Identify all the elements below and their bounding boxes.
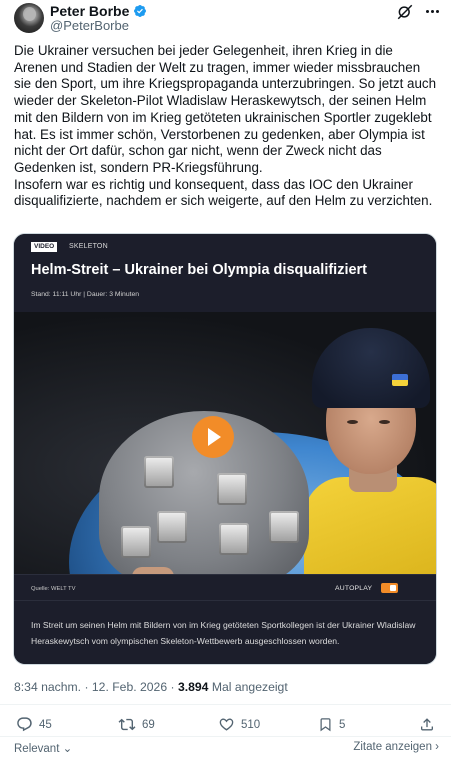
like-count: 510 xyxy=(241,718,261,731)
bookmark-icon xyxy=(320,718,331,732)
more-options-icon[interactable] xyxy=(423,1,441,21)
repost-count: 69 xyxy=(142,718,155,731)
video-controls-bar: Quelle: WELT TV AUTOPLAY xyxy=(14,574,436,600)
helmet-photo xyxy=(217,473,247,505)
bookmark-count: 5 xyxy=(339,718,346,731)
quotes-label: Zitate anzeigen xyxy=(353,741,432,753)
bookmark-button[interactable]: 5 xyxy=(318,716,345,733)
reply-count: 45 xyxy=(39,718,52,731)
video-badge: VIDEO xyxy=(31,242,58,252)
hand xyxy=(132,567,174,574)
view-quotes-link[interactable]: Zitate anzeigen › xyxy=(353,741,439,753)
play-icon xyxy=(208,428,221,446)
tweet-paragraph-2: Insofern war es richtig und konsequent, … xyxy=(14,176,433,209)
share-button[interactable] xyxy=(419,716,435,733)
divider xyxy=(0,704,451,705)
flag-patch xyxy=(392,374,408,386)
grok-icon[interactable] xyxy=(396,3,414,21)
reply-button[interactable]: 45 xyxy=(16,716,52,733)
card-caption-text: Im Streit um seinen Helm mit Bildern von… xyxy=(31,620,416,646)
sort-dropdown[interactable]: Relevant ⌄ xyxy=(14,741,72,755)
tweet-text: Die Ukrainer versuchen bei jeder Gelegen… xyxy=(14,43,439,210)
replies-sort-row: Relevant ⌄ Zitate anzeigen › xyxy=(14,740,439,756)
reply-icon xyxy=(17,717,32,732)
repost-icon xyxy=(118,718,136,731)
video-player[interactable] xyxy=(14,312,436,574)
avatar[interactable] xyxy=(14,3,44,33)
author-handle[interactable]: @PeterBorbe xyxy=(50,18,129,33)
view-count-label: Mal angezeigt xyxy=(208,680,288,694)
chevron-right-icon: › xyxy=(431,741,439,753)
share-icon xyxy=(421,718,433,731)
author-display-name[interactable]: Peter Borbe xyxy=(50,3,129,19)
verified-badge-icon xyxy=(134,5,147,17)
tweet-paragraph-1: Die Ukrainer versuchen bei jeder Gelegen… xyxy=(14,43,437,175)
autoplay-toggle[interactable] xyxy=(381,583,398,593)
divider xyxy=(0,736,451,737)
autoplay-label: AUTOPLAY xyxy=(335,585,373,592)
heart-icon xyxy=(219,718,234,731)
sort-label: Relevant xyxy=(14,743,60,755)
tweet-date[interactable]: 8:34 nachm. · 12. Feb. 2026 · xyxy=(14,680,178,694)
helmet-photo xyxy=(121,526,151,558)
author-name-row: Peter Borbe xyxy=(50,3,147,19)
chevron-down-icon: ⌄ xyxy=(59,743,73,755)
play-button[interactable] xyxy=(192,416,234,458)
helmet-photo xyxy=(219,523,249,555)
card-meta: Stand: 11:11 Uhr | Dauer: 3 Minuten xyxy=(31,291,140,298)
card-kicker: SKELETON xyxy=(69,243,108,250)
tweet-header: Peter Borbe @PeterBorbe xyxy=(14,0,439,40)
card-headline[interactable]: Helm-Streit – Ukrainer bei Olympia disqu… xyxy=(31,261,367,279)
athlete-eye xyxy=(347,420,358,424)
video-link-card[interactable]: VIDEO SKELETON Helm-Streit – Ukrainer be… xyxy=(13,233,437,665)
view-count: 3.894 xyxy=(177,680,209,694)
like-button[interactable]: 510 xyxy=(218,716,260,733)
athlete-eye xyxy=(379,420,390,424)
card-caption: Im Streit um seinen Helm mit Bildern von… xyxy=(14,600,436,664)
helmet-photo xyxy=(144,456,174,488)
tweet-timestamp: 8:34 nachm. · 12. Feb. 2026 · 3.894 Mal … xyxy=(14,680,288,694)
video-source: Quelle: WELT TV xyxy=(31,586,76,592)
helmet-photo xyxy=(157,511,187,543)
repost-button[interactable]: 69 xyxy=(118,716,155,733)
helmet-photo xyxy=(269,511,299,543)
athlete-beanie xyxy=(312,328,430,408)
card-header: VIDEO SKELETON Helm-Streit – Ukrainer be… xyxy=(14,234,436,312)
